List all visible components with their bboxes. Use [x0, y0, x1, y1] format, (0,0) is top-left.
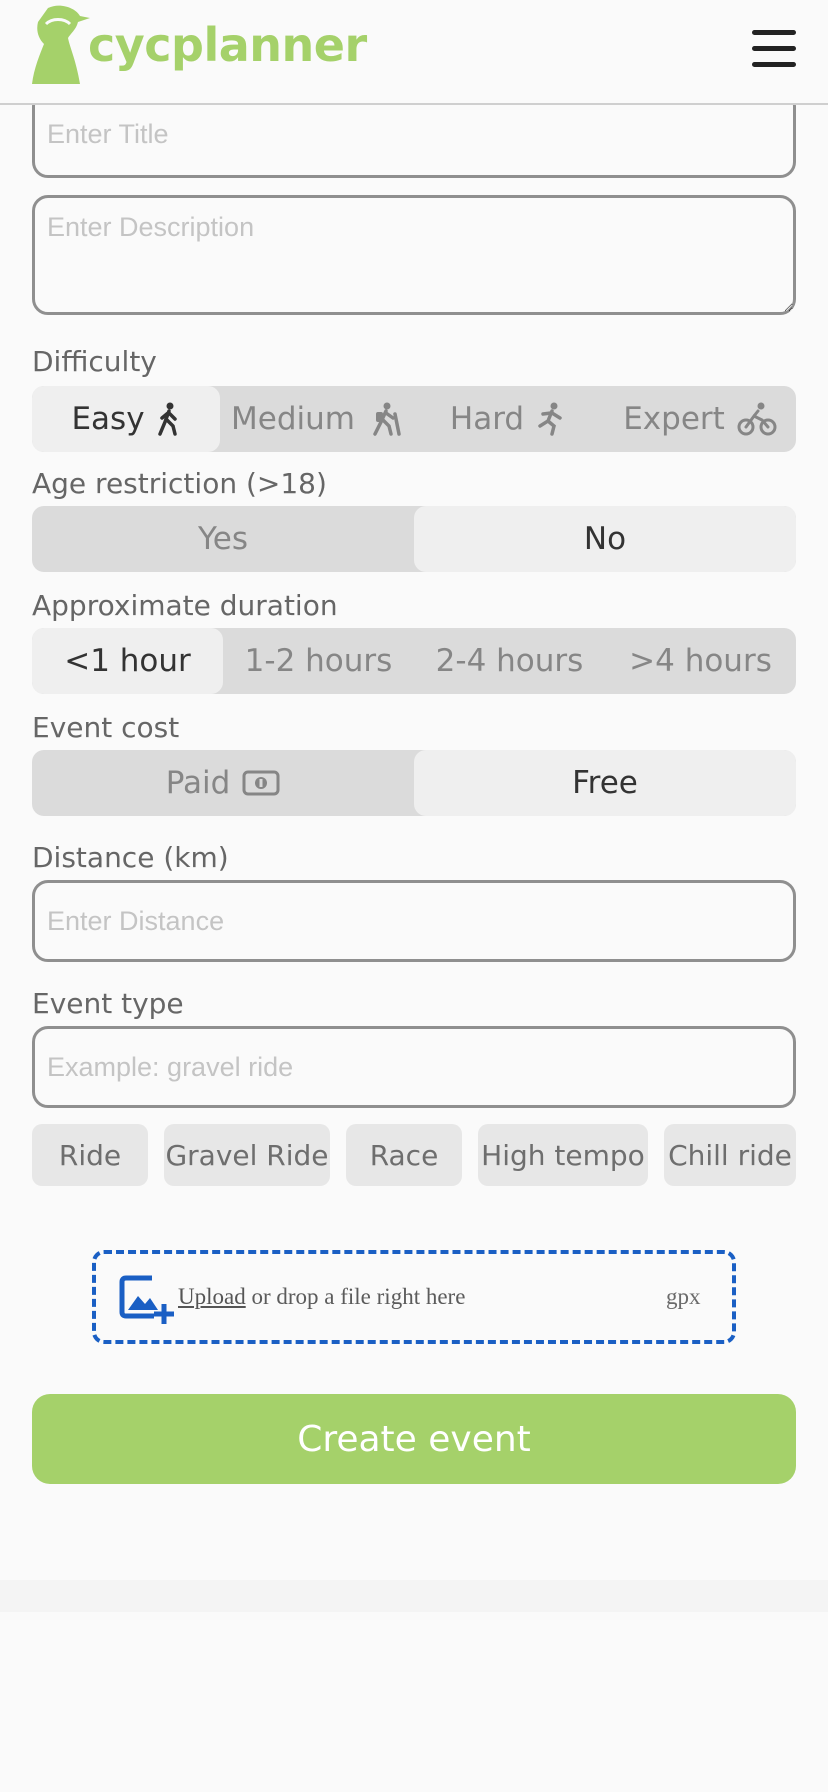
add-image-icon: [119, 1275, 174, 1324]
event-type-label: Event type: [32, 987, 184, 1020]
event-type-suggestions: Ride Gravel Ride Race High tempo Chill r…: [32, 1124, 796, 1186]
brand-name: cycplanner: [88, 18, 367, 72]
age-restriction-label: Age restriction (>18): [32, 467, 327, 500]
create-event-button[interactable]: Create event: [32, 1394, 796, 1484]
running-icon: [538, 402, 562, 436]
upload-file-type: gpx: [666, 1284, 701, 1309]
duration-option-lt1[interactable]: <1 hour: [32, 628, 223, 694]
event-type-chip-high-tempo[interactable]: High tempo: [478, 1124, 648, 1186]
description-textarea[interactable]: [32, 195, 796, 315]
difficulty-selector: Easy Medium Hard Expert: [32, 386, 796, 452]
walking-icon: [157, 402, 177, 436]
difficulty-option-label: Easy: [71, 401, 145, 437]
age-restriction-selector: Yes No: [32, 506, 796, 572]
cost-option-paid[interactable]: Paid: [32, 750, 414, 816]
difficulty-option-label: Hard: [449, 401, 525, 437]
duration-option-gt4[interactable]: >4 hours: [605, 628, 796, 694]
hamburger-menu-icon[interactable]: [752, 30, 796, 70]
age-option-no[interactable]: No: [414, 506, 796, 572]
money-bill-icon: [242, 770, 280, 796]
duration-option-1-2[interactable]: 1-2 hours: [223, 628, 414, 694]
difficulty-option-label: Medium: [231, 401, 355, 437]
age-option-yes[interactable]: Yes: [32, 506, 414, 572]
duration-selector: <1 hour 1-2 hours 2-4 hours >4 hours: [32, 628, 796, 694]
distance-input[interactable]: [32, 880, 796, 962]
upload-instruction-text: or drop a file right here: [245, 1284, 466, 1309]
difficulty-option-label: Expert: [623, 401, 725, 437]
duration-option-2-4[interactable]: 2-4 hours: [414, 628, 605, 694]
cyclist-silhouette-icon: [32, 5, 90, 84]
footer-strip: [0, 1580, 828, 1612]
cost-option-label: Paid: [165, 765, 231, 801]
duration-label: Approximate duration: [32, 589, 338, 622]
bicycle-icon: [737, 402, 777, 436]
event-type-chip-gravel-ride[interactable]: Gravel Ride: [164, 1124, 330, 1186]
event-cost-selector: Paid Free: [32, 750, 796, 816]
difficulty-option-easy[interactable]: Easy: [32, 386, 220, 452]
event-type-input[interactable]: [32, 1026, 796, 1108]
hiking-icon: [373, 402, 401, 436]
upload-link[interactable]: Upload: [178, 1284, 246, 1309]
difficulty-option-medium[interactable]: Medium: [220, 386, 412, 452]
event-type-chip-chill-ride[interactable]: Chill ride: [664, 1124, 796, 1186]
gpx-upload-dropzone[interactable]: Upload or drop a file right here gpx: [92, 1250, 736, 1344]
brand-logo[interactable]: cycplanner: [30, 4, 367, 88]
event-type-chip-ride[interactable]: Ride: [32, 1124, 148, 1186]
difficulty-option-expert[interactable]: Expert: [604, 386, 796, 452]
cost-option-free[interactable]: Free: [414, 750, 796, 816]
distance-label: Distance (km): [32, 841, 229, 874]
difficulty-option-hard[interactable]: Hard: [412, 386, 604, 452]
event-cost-label: Event cost: [32, 711, 180, 744]
upload-instructions: Upload or drop a file right here: [178, 1284, 465, 1310]
app-header: cycplanner: [0, 0, 828, 105]
difficulty-label: Difficulty: [32, 345, 157, 378]
event-type-chip-race[interactable]: Race: [346, 1124, 462, 1186]
